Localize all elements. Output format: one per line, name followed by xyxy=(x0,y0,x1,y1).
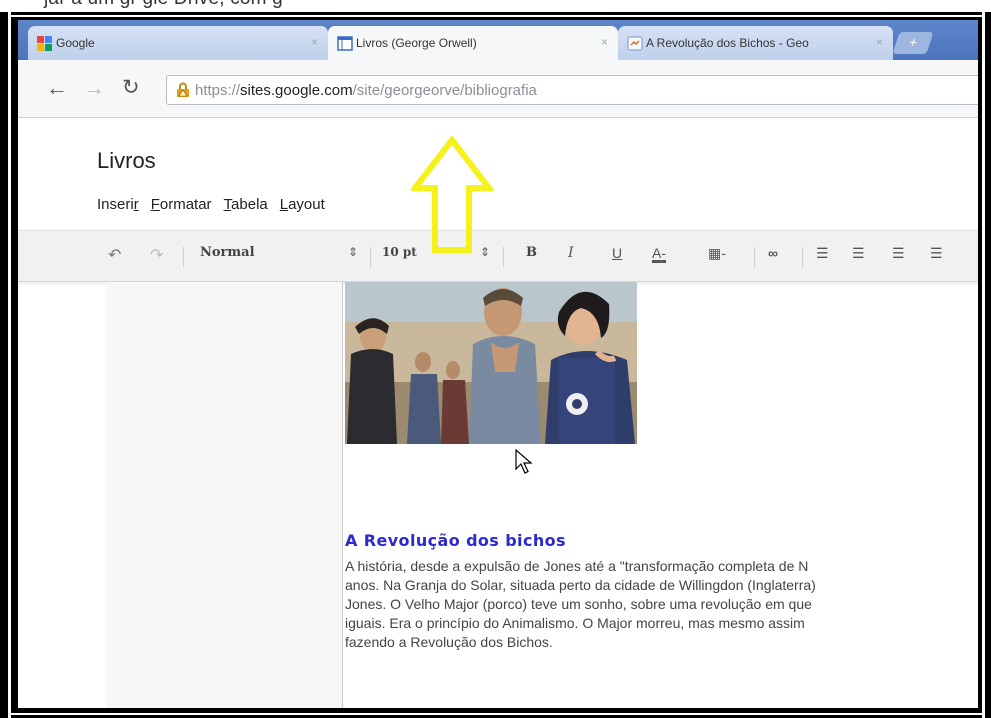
google-sites-favicon-icon xyxy=(337,36,353,51)
numbered-list-icon[interactable]: ☰ xyxy=(816,245,829,262)
new-tab-button[interactable]: + xyxy=(892,32,934,54)
indent-icon[interactable]: ☰ xyxy=(930,245,943,262)
style-dropdown-icon[interactable]: ⇕ xyxy=(348,245,358,259)
redo-icon[interactable]: ↷ xyxy=(150,245,163,265)
menu-formatar[interactable]: Formatar xyxy=(151,196,212,213)
tab-google[interactable]: Google × xyxy=(28,26,328,60)
tab-livros[interactable]: Livros (George Orwell) × xyxy=(328,26,618,60)
warning-lock-icon xyxy=(177,82,189,97)
close-icon[interactable]: × xyxy=(601,35,608,49)
left-sidebar xyxy=(106,282,342,708)
url-host: sites.google.com xyxy=(240,82,353,99)
underline-button[interactable]: U xyxy=(612,245,622,261)
paragraph-style-select[interactable]: Normal xyxy=(200,245,255,260)
bulleted-list-icon[interactable]: ☰ xyxy=(852,245,865,262)
menu-inserir[interactable]: Inserir xyxy=(97,196,139,213)
forward-arrow-icon[interactable]: → xyxy=(83,76,105,100)
address-bar[interactable]: https://sites.google.com/site/georgeorve… xyxy=(166,75,978,105)
caption-fragment: jar a um gr gle Drive, com g xyxy=(0,0,991,10)
text-color-button[interactable]: A- xyxy=(652,245,666,261)
mouse-pointer-icon xyxy=(515,449,533,474)
up-arrow-annotation-icon xyxy=(411,136,493,253)
paragraph-line: iguais. Era o princípio do Animalismo. O… xyxy=(345,615,805,631)
reload-icon[interactable]: ↻ xyxy=(122,76,140,100)
frame-border xyxy=(8,713,985,715)
undo-icon[interactable]: ↶ xyxy=(108,245,121,265)
url-scheme: https:// xyxy=(195,82,241,99)
outdent-icon[interactable]: ☰ xyxy=(892,245,905,262)
format-toolbar: ↶ ↷ Normal ⇕ 10 pt ⇕ B I U A- ▦- ∞ ☰ ☰ ☰… xyxy=(18,230,978,282)
frame-border xyxy=(8,15,985,17)
tab-strip: Google × Livros (George Orwell) × A Revo… xyxy=(18,20,978,60)
highlight-color-icon[interactable]: ▦- xyxy=(708,245,726,262)
browser-toolbar: ← → ↻ https://sites.google.com/site/geor… xyxy=(18,60,978,118)
menu-tabela[interactable]: Tabela xyxy=(224,196,268,213)
close-icon[interactable]: × xyxy=(876,35,883,49)
tab-label: Livros (George Orwell) xyxy=(356,36,477,50)
plus-icon: + xyxy=(906,34,921,50)
paragraph-line: A história, desde a expulsão de Jones at… xyxy=(345,558,809,574)
google-favicon-icon xyxy=(37,36,52,51)
page-title: Livros xyxy=(97,148,156,173)
column-divider xyxy=(342,282,343,708)
url-text: https://sites.google.com/site/georgeorve… xyxy=(195,82,537,99)
sites-editor-page: Livros Inserir Formatar Tabela Layout ↶ … xyxy=(18,118,978,708)
editor-menu-bar: Inserir Formatar Tabela Layout xyxy=(97,196,325,213)
tab-label: Google xyxy=(56,36,95,50)
browser-window: Google × Livros (George Orwell) × A Revo… xyxy=(18,20,978,708)
menu-layout[interactable]: Layout xyxy=(280,196,325,213)
frame-border xyxy=(982,12,985,718)
tab-revolucao[interactable]: A Revolução dos Bichos - Geo × xyxy=(618,26,893,60)
tab-label: A Revolução dos Bichos - Geo xyxy=(646,36,809,50)
blogger-favicon-icon xyxy=(627,36,643,51)
text-color-label: A xyxy=(652,245,662,261)
bold-button[interactable]: B xyxy=(526,245,537,260)
article-heading: A Revolução dos bichos xyxy=(345,531,566,550)
close-icon[interactable]: × xyxy=(311,35,318,49)
article-body: A história, desde a expulsão de Jones at… xyxy=(345,557,978,652)
url-path: /site/georgeorve/bibliografia xyxy=(352,82,537,99)
back-arrow-icon[interactable]: ← xyxy=(46,76,68,100)
book-illustration xyxy=(345,282,637,444)
frame-border xyxy=(8,12,11,718)
italic-button[interactable]: I xyxy=(568,245,574,261)
paragraph-line: Jones. O Velho Major (porco) teve um son… xyxy=(345,596,812,612)
paragraph-line: fazendo a Revolução dos Bichos. xyxy=(345,634,553,650)
link-icon[interactable]: ∞ xyxy=(768,245,778,261)
paragraph-line: anos. Na Granja do Solar, situada perto … xyxy=(345,577,816,593)
